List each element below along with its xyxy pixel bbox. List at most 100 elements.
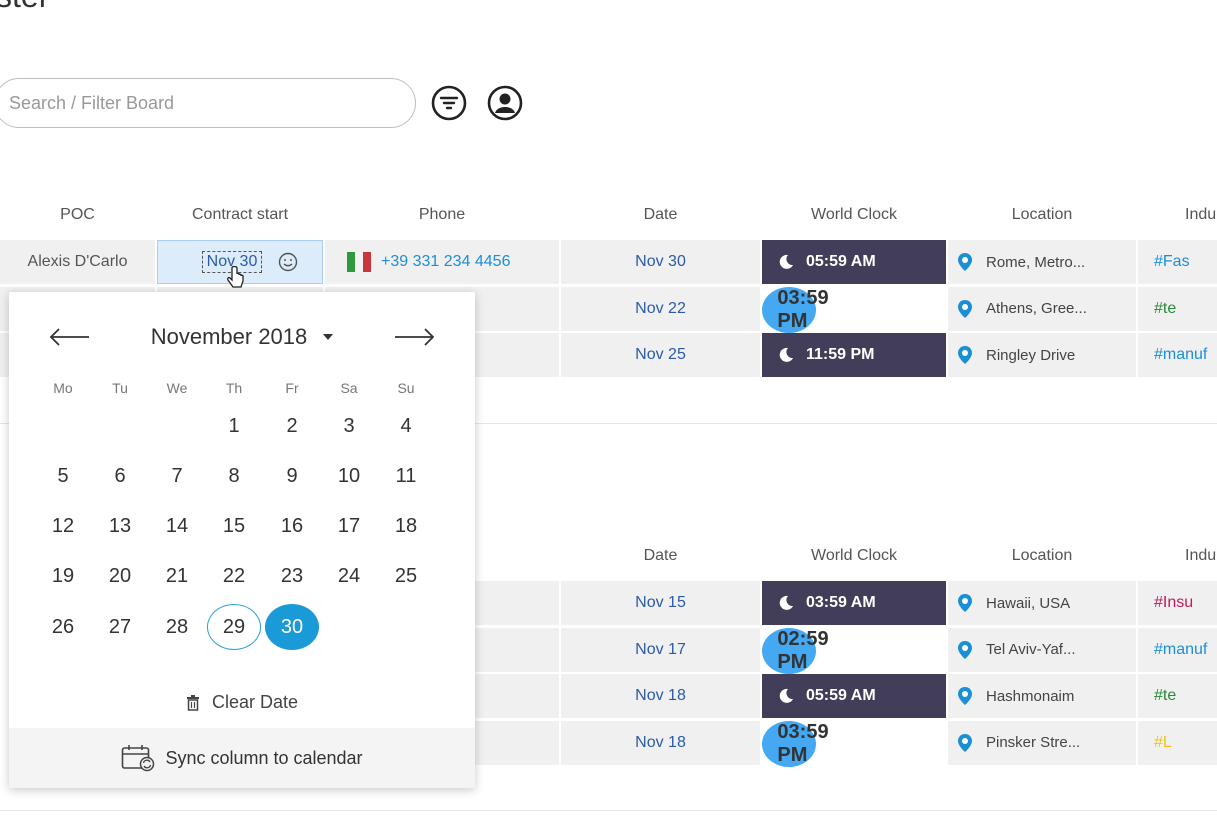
- world-clock-cell: 03:59 PM: [762, 720, 829, 767]
- caret-down-icon: [323, 334, 334, 340]
- person-icon[interactable]: [486, 84, 524, 122]
- header-world-clock: World Clock: [811, 206, 897, 223]
- clear-date-label: Clear Date: [211, 692, 299, 712]
- sync-to-calendar-button[interactable]: Sync column to calendar: [9, 728, 475, 788]
- location-pin-icon: [958, 299, 972, 318]
- calendar-day[interactable]: 1: [207, 403, 261, 449]
- filter-icon[interactable]: [430, 84, 468, 122]
- calendar-day[interactable]: 15: [207, 504, 261, 550]
- calendar-day[interactable]: 26: [36, 604, 90, 650]
- location-cell[interactable]: Rome, Metro...: [948, 240, 1136, 284]
- weekday-label: Fr: [285, 380, 299, 396]
- calendar-day[interactable]: 3: [322, 403, 376, 449]
- location-pin-icon: [958, 687, 972, 705]
- poc-cell[interactable]: Alexis D'Carlo: [0, 240, 155, 284]
- world-clock-cell: 05:59 AM: [762, 674, 946, 718]
- date-cell[interactable]: Nov 22: [561, 286, 760, 331]
- date-cell[interactable]: Nov 30: [561, 240, 760, 284]
- calendar-day[interactable]: 18: [379, 504, 433, 550]
- calendar-day[interactable]: 27: [93, 604, 147, 650]
- italy-flag-icon: [347, 252, 371, 272]
- calendar-day[interactable]: 4: [379, 403, 433, 449]
- calendar-day[interactable]: 10: [322, 453, 376, 499]
- moon-icon: [779, 595, 793, 610]
- header-world-clock-2: World Clock: [811, 547, 897, 564]
- next-month-arrow-icon[interactable]: [389, 322, 439, 352]
- header-industry-2: Indu: [1185, 547, 1217, 564]
- date-picker-popup: November 2018 Mo Tu We Th Fr Sa Su 1 2 3 4 5 6 7 8 9 10…: [9, 292, 475, 788]
- weekday-label: Mo: [53, 380, 73, 396]
- hand-cursor-icon: [226, 265, 246, 290]
- phone-cell[interactable]: +39 331 234 4456: [325, 240, 559, 284]
- calendar-day[interactable]: 23: [265, 554, 319, 600]
- location-pin-icon: [958, 346, 972, 364]
- weekday-label: Sa: [340, 380, 358, 396]
- location-cell[interactable]: Hawaii, USA: [948, 581, 1136, 625]
- calendar-day[interactable]: 29: [207, 604, 261, 651]
- location-pin-icon: [958, 640, 972, 659]
- header-location-2: Location: [1011, 547, 1073, 564]
- calendar-day[interactable]: 30: [265, 604, 319, 651]
- world-clock-cell: 05:59 AM: [762, 240, 946, 284]
- location-cell[interactable]: Tel Aviv-Yaf...: [948, 627, 1136, 672]
- calendar-day[interactable]: 9: [265, 453, 319, 499]
- weekday-label: Su: [397, 380, 415, 396]
- calendar-day[interactable]: 14: [150, 504, 204, 550]
- moon-icon: [779, 254, 793, 269]
- month-label: November 2018: [150, 324, 308, 349]
- clear-date-button[interactable]: Clear Date: [9, 692, 475, 713]
- location-cell[interactable]: Hashmonaim: [948, 674, 1136, 718]
- location-pin-icon: [958, 253, 972, 271]
- location-cell[interactable]: Pinsker Stre...: [948, 720, 1136, 765]
- date-cell[interactable]: Nov 18: [561, 674, 760, 718]
- trash-icon: [186, 694, 199, 711]
- location-cell[interactable]: Ringley Drive: [948, 333, 1136, 377]
- weekday-label: Th: [225, 380, 243, 396]
- calendar-day[interactable]: 24: [322, 554, 376, 600]
- calendar-day[interactable]: 7: [150, 453, 204, 499]
- header-poc: POC: [60, 206, 95, 223]
- table-row: Alexis D'Carlo Nov 30 +39 331 234 4456 Nov …: [0, 240, 1217, 286]
- header-date-2: Date: [643, 547, 678, 564]
- calendar-day[interactable]: 13: [93, 504, 147, 550]
- weekday-label: We: [166, 380, 188, 396]
- calendar-sync-icon: [122, 745, 155, 772]
- calendar-day[interactable]: 11: [379, 453, 433, 499]
- location-cell[interactable]: Athens, Gree...: [948, 286, 1136, 331]
- date-cell[interactable]: Nov 25: [561, 333, 760, 377]
- moon-icon: [779, 688, 793, 703]
- page-title: ster: [0, 0, 49, 15]
- calendar-day[interactable]: 20: [93, 554, 147, 600]
- industry-cell[interactable]: #manuf: [1138, 333, 1217, 377]
- industry-cell[interactable]: #te: [1138, 286, 1217, 331]
- industry-cell[interactable]: #L: [1138, 720, 1217, 765]
- sync-label: Sync column to calendar: [165, 747, 363, 768]
- calendar-day[interactable]: 5: [36, 453, 90, 499]
- date-cell[interactable]: Nov 18: [561, 720, 760, 765]
- industry-cell[interactable]: #te: [1138, 674, 1217, 718]
- industry-cell[interactable]: #Insu: [1138, 581, 1217, 625]
- calendar-day[interactable]: 6: [93, 453, 147, 499]
- calendar-day[interactable]: 16: [265, 504, 319, 550]
- calendar-day[interactable]: 8: [207, 453, 261, 499]
- date-cell[interactable]: Nov 17: [561, 627, 760, 672]
- calendar-day[interactable]: 12: [36, 504, 90, 550]
- industry-cell[interactable]: #Fas: [1138, 240, 1217, 284]
- industry-cell[interactable]: #manuf: [1138, 627, 1217, 672]
- world-clock-cell: 11:59 PM: [762, 333, 946, 377]
- world-clock-cell: 03:59 PM: [762, 286, 829, 333]
- calendar-day[interactable]: 21: [150, 554, 204, 600]
- weekday-label: Tu: [112, 380, 128, 396]
- calendar-day[interactable]: 28: [150, 604, 204, 650]
- date-cell[interactable]: Nov 15: [561, 581, 760, 625]
- location-pin-icon: [958, 594, 972, 612]
- calendar-day[interactable]: 22: [207, 554, 261, 600]
- group-divider-2: [0, 810, 1217, 811]
- header-phone: Phone: [418, 206, 466, 223]
- search-input[interactable]: Search / Filter Board: [0, 78, 416, 128]
- calendar-day[interactable]: 2: [265, 403, 319, 449]
- smiley-icon[interactable]: [278, 252, 298, 272]
- calendar-day[interactable]: 17: [322, 504, 376, 550]
- calendar-day[interactable]: 19: [36, 554, 90, 600]
- calendar-day[interactable]: 25: [379, 554, 433, 600]
